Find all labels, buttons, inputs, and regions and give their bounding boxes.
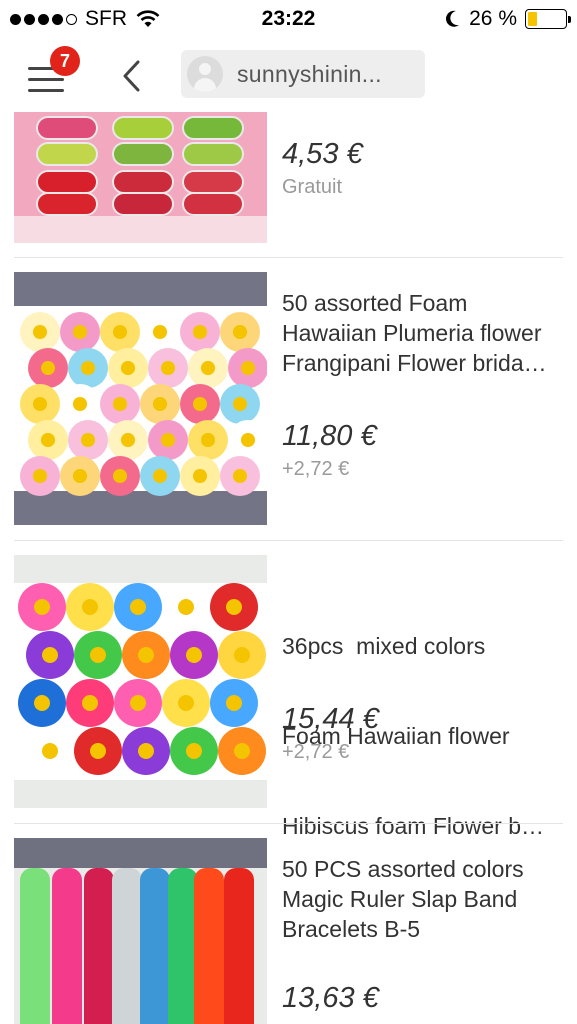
flower-decoration xyxy=(161,433,175,447)
flower-decoration xyxy=(233,325,247,339)
list-item[interactable]: 4,53 € Gratuit xyxy=(0,112,577,258)
list-item[interactable]: 50 PCS assorted colors Magic Ruler Slap … xyxy=(0,824,577,1024)
chevron-left-icon xyxy=(123,60,140,92)
back-button[interactable] xyxy=(118,58,146,94)
status-bar: SFR 23:22 26 % xyxy=(0,0,577,38)
flower-decoration xyxy=(241,433,255,447)
flower-decoration xyxy=(81,361,95,375)
flower-decoration xyxy=(41,433,55,447)
flower-decoration xyxy=(113,325,127,339)
item-shipping: Gratuit xyxy=(282,176,343,198)
flower-decoration xyxy=(33,469,47,483)
flower-decoration xyxy=(113,469,127,483)
flower-decoration xyxy=(121,361,135,375)
flower-decoration xyxy=(193,469,207,483)
flower-decoration xyxy=(233,469,247,483)
item-title: 50 assorted Foam Hawaiian Plumeria flowe… xyxy=(282,290,547,376)
flower-decoration xyxy=(241,361,255,375)
notification-badge: 7 xyxy=(50,46,80,76)
product-list: 4,53 € Gratuit 50 assorted Foam Hawaiian… xyxy=(0,112,577,1024)
item-title: 50 PCS assorted colors Magic Ruler Slap … xyxy=(282,856,524,942)
item-price: 4,53 € xyxy=(282,138,363,170)
product-image xyxy=(14,272,267,525)
flower-decoration xyxy=(33,325,47,339)
product-image xyxy=(14,555,267,808)
flower-decoration xyxy=(153,397,167,411)
flower-decoration xyxy=(33,397,47,411)
moon-icon xyxy=(446,10,460,27)
flower-decoration xyxy=(193,397,207,411)
item-shipping: +2,72 € xyxy=(282,741,350,763)
flower-decoration xyxy=(233,397,247,411)
battery-percent: 26 % xyxy=(469,7,517,30)
flower-decoration xyxy=(113,397,127,411)
flower-decoration xyxy=(161,361,175,375)
item-shipping: +2,72 € xyxy=(282,458,350,480)
product-image xyxy=(14,838,267,1024)
flower-decoration xyxy=(73,325,87,339)
flower-decoration xyxy=(193,325,207,339)
item-price: 11,80 € xyxy=(282,420,377,452)
product-image xyxy=(14,112,267,243)
flower-decoration xyxy=(201,433,215,447)
flower-decoration xyxy=(153,325,167,339)
list-item[interactable]: 50 assorted Foam Hawaiian Plumeria flowe… xyxy=(0,258,577,541)
item-price: 15,44 € xyxy=(282,703,379,735)
flower-decoration xyxy=(73,469,87,483)
navigation-bar: 7 sunnyshinin... xyxy=(0,38,577,112)
flower-decoration xyxy=(81,433,95,447)
flower-decoration xyxy=(153,469,167,483)
seller-name: sunnyshinin... xyxy=(237,60,382,87)
flower-decoration xyxy=(41,361,55,375)
item-price: 13,63 € xyxy=(282,982,379,1014)
flower-decoration xyxy=(201,361,215,375)
flower-decoration xyxy=(121,433,135,447)
seller-search-field[interactable]: sunnyshinin... xyxy=(181,50,425,98)
flower-decoration xyxy=(73,397,87,411)
list-item[interactable]: 36pcs mixed colors Foam Hawaiian flower … xyxy=(0,541,577,839)
battery-icon xyxy=(525,9,571,29)
avatar-icon xyxy=(187,56,223,92)
